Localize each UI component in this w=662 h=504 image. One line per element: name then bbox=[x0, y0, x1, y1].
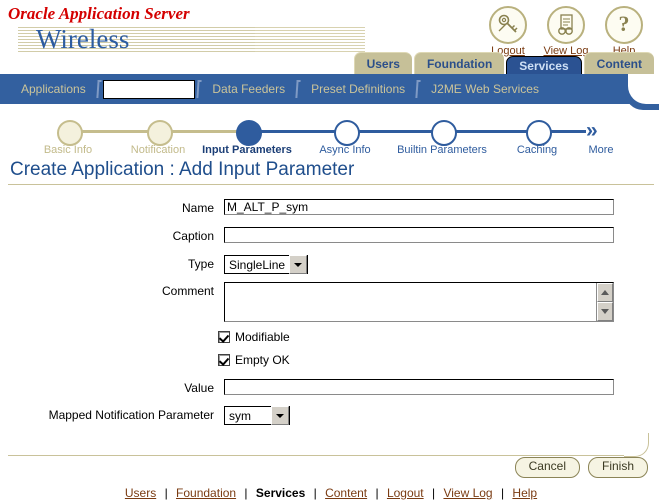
cancel-button[interactable]: Cancel bbox=[514, 457, 580, 478]
subtab-preset-definitions[interactable]: Preset Definitions bbox=[302, 82, 414, 96]
subtab-j2me-web-services[interactable]: J2ME Web Services bbox=[422, 82, 548, 96]
subtab-data-feeders[interactable]: Data Feeders bbox=[203, 82, 294, 96]
name-input[interactable] bbox=[224, 199, 614, 215]
wizard-train: Basic Info Notification Input Parameters… bbox=[0, 110, 662, 158]
train-label-notification[interactable]: Notification bbox=[131, 144, 185, 156]
subtab-separator bbox=[415, 80, 421, 98]
tab-content[interactable]: Content bbox=[583, 52, 654, 75]
type-label: Type bbox=[187, 257, 214, 271]
action-buttons: Cancel Finish bbox=[514, 457, 648, 478]
modifiable-checkbox[interactable] bbox=[218, 331, 230, 343]
footer-separator: | bbox=[431, 486, 436, 500]
footer-link-logout[interactable]: Logout bbox=[387, 486, 424, 500]
train-label-more[interactable]: More bbox=[588, 144, 613, 156]
chevron-down-icon bbox=[289, 255, 307, 274]
mapped-parameter-select[interactable]: sym bbox=[224, 406, 290, 425]
primary-tab-bar: Users Foundation Services Content bbox=[0, 52, 662, 76]
empty-ok-checkbox[interactable] bbox=[218, 354, 230, 366]
train-connector bbox=[548, 130, 586, 133]
mapped-parameter-label: Mapped Notification Parameter bbox=[48, 408, 214, 422]
footer-separator: | bbox=[244, 486, 248, 500]
footer-link-foundation[interactable]: Foundation bbox=[176, 486, 236, 500]
global-actions: Logout View Log ? Help bbox=[484, 6, 648, 57]
caption-input[interactable] bbox=[224, 227, 614, 243]
train-label-builtin-parameters[interactable]: Builtin Parameters bbox=[397, 144, 487, 156]
footer-link-help[interactable]: Help bbox=[512, 486, 537, 500]
form-row-value: Value bbox=[10, 379, 614, 397]
train-label-async-info[interactable]: Async Info bbox=[319, 144, 370, 156]
tab-services[interactable]: Services bbox=[506, 56, 582, 75]
subtab-separator bbox=[196, 80, 203, 98]
oracle-product-line: Oracle Application Server bbox=[8, 4, 190, 23]
banner-stripe-pattern-right bbox=[255, 27, 365, 52]
tab-foundation[interactable]: Foundation bbox=[413, 52, 505, 75]
train-label-basic-info[interactable]: Basic Info bbox=[44, 144, 92, 156]
train-node-builtin-parameters[interactable] bbox=[431, 120, 457, 146]
train-node-input-parameters[interactable] bbox=[236, 120, 262, 146]
subtab-applications[interactable]: Applications bbox=[12, 82, 95, 96]
comment-textarea[interactable] bbox=[224, 282, 614, 322]
train-node-basic-info[interactable] bbox=[57, 120, 83, 146]
modifiable-checkbox-row[interactable]: Modifiable bbox=[218, 330, 290, 344]
type-select-value: SingleLine bbox=[229, 257, 286, 272]
caption-label: Caption bbox=[172, 229, 214, 243]
value-input[interactable] bbox=[224, 379, 614, 395]
tab-users[interactable]: Users bbox=[353, 52, 412, 75]
train-label-caching[interactable]: Caching bbox=[517, 144, 557, 156]
modifiable-label: Modifiable bbox=[235, 330, 290, 344]
comment-scrollbar[interactable] bbox=[596, 283, 613, 321]
name-label: Name bbox=[181, 201, 214, 215]
train-label-input-parameters: Input Parameters bbox=[202, 144, 292, 156]
double-chevron-right-icon[interactable]: » bbox=[586, 120, 598, 141]
question-mark-icon: ? bbox=[605, 6, 643, 44]
train-node-notification[interactable] bbox=[147, 120, 173, 146]
footer-link-content[interactable]: Content bbox=[325, 486, 367, 500]
footer-separator: | bbox=[164, 486, 168, 500]
form-row-caption: Caption bbox=[10, 227, 614, 245]
subtab-separator bbox=[295, 80, 301, 98]
footer-link-users[interactable]: Users bbox=[125, 486, 156, 500]
form-row-type: Type SingleLine bbox=[10, 255, 308, 274]
footer-links: Users | Foundation | Services | Content … bbox=[0, 486, 662, 500]
footer-link-view-log[interactable]: View Log bbox=[443, 486, 492, 500]
train-node-async-info[interactable] bbox=[334, 120, 360, 146]
type-select[interactable]: SingleLine bbox=[224, 255, 308, 274]
key-icon bbox=[489, 6, 527, 44]
chevron-down-icon bbox=[271, 406, 289, 425]
scroll-up-icon[interactable] bbox=[597, 283, 613, 302]
footer-separator: | bbox=[375, 486, 379, 500]
global-action-help[interactable]: ? Help bbox=[600, 6, 648, 57]
global-action-logout[interactable]: Logout bbox=[484, 6, 532, 57]
footer-link-services: Services bbox=[255, 486, 306, 500]
comment-label: Comment bbox=[161, 284, 214, 298]
train-node-caching[interactable] bbox=[526, 120, 552, 146]
page-title: Create Application : Add Input Parameter bbox=[10, 159, 355, 180]
form-row-comment: Comment bbox=[10, 282, 614, 322]
action-divider-curve bbox=[624, 433, 649, 457]
subtab-notifications[interactable]: Notifications bbox=[102, 79, 196, 99]
document-search-icon bbox=[547, 6, 585, 44]
form-row-mapped-parameter: Mapped Notification Parameter sym bbox=[10, 406, 290, 425]
empty-ok-label: Empty OK bbox=[235, 353, 290, 367]
secondary-tab-bar: Applications Notifications Data Feeders … bbox=[0, 74, 662, 104]
value-label: Value bbox=[184, 381, 214, 395]
oracle-product-name: Wireless bbox=[36, 24, 130, 54]
scroll-down-icon[interactable] bbox=[597, 302, 613, 321]
empty-ok-checkbox-row[interactable]: Empty OK bbox=[218, 353, 290, 367]
mapped-parameter-select-value: sym bbox=[229, 408, 251, 423]
title-divider bbox=[8, 184, 654, 185]
subtab-separator bbox=[96, 80, 102, 98]
form-row-name: Name bbox=[10, 199, 614, 217]
action-divider bbox=[8, 455, 624, 456]
global-action-view-log[interactable]: View Log bbox=[542, 6, 590, 57]
footer-separator: | bbox=[500, 486, 505, 500]
footer-separator: | bbox=[313, 486, 317, 500]
finish-button[interactable]: Finish bbox=[587, 457, 648, 478]
